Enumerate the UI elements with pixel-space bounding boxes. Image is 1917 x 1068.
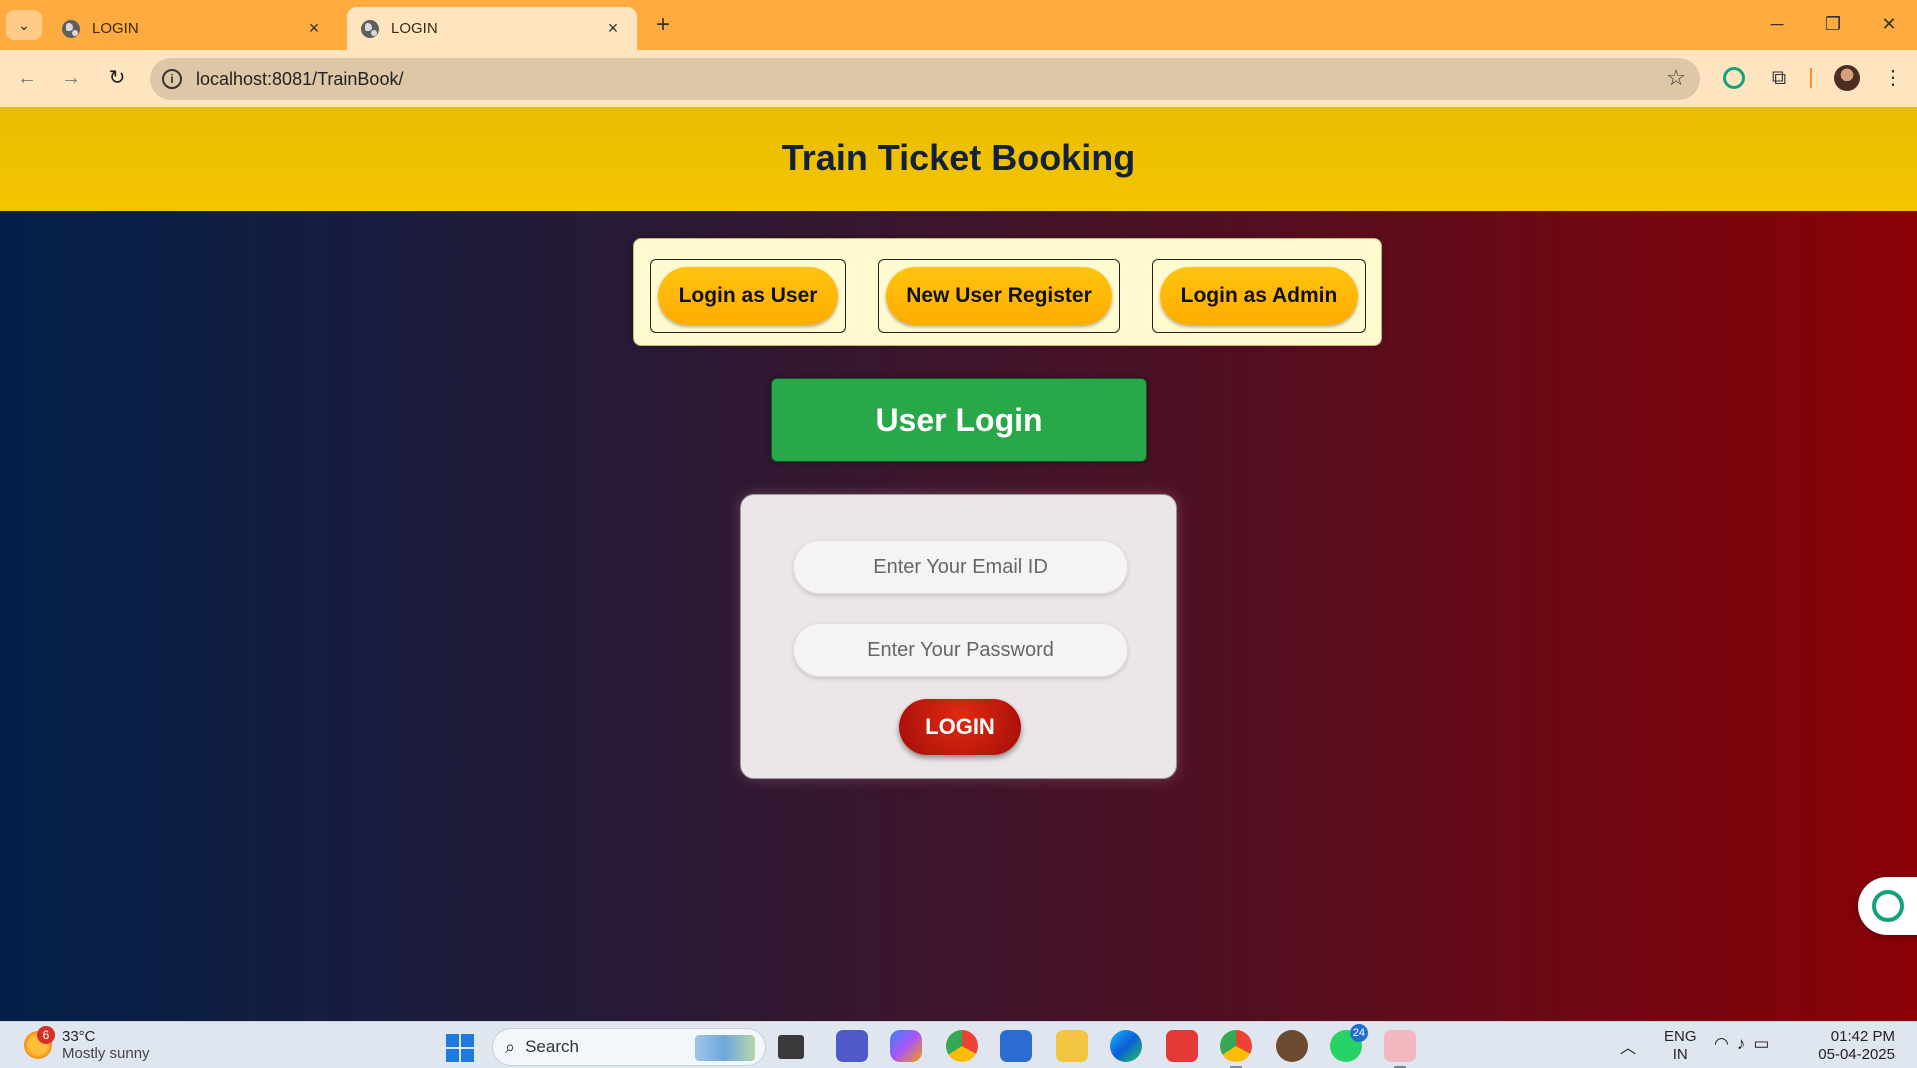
back-button[interactable]: ← [12,63,42,93]
weather-desc: Mostly sunny [62,1045,150,1062]
video-app-icon[interactable] [1384,1030,1416,1068]
forward-button[interactable]: → [56,63,86,93]
battery-icon: ▭ [1753,1034,1778,1053]
login-submit-button[interactable]: LOGIN [899,699,1021,755]
role-selector-panel: Login as User New User Register Login as… [633,238,1382,346]
chrome-profile-icon[interactable] [1220,1030,1252,1068]
whatsapp-badge: 24 [1349,1024,1368,1042]
tab-title: LOGIN [92,20,139,37]
start-button[interactable] [446,1034,474,1062]
file-explorer-icon[interactable] [1056,1030,1088,1062]
extensions-puzzle-icon[interactable]: ⧉ [1764,63,1794,93]
email-field[interactable] [793,540,1128,594]
language-line1: ENG [1664,1028,1697,1045]
site-header: Train Ticket Booking [0,107,1917,211]
language-line2: IN [1672,1046,1688,1063]
browser-tab[interactable]: LOGIN × [48,7,338,50]
tab-title: LOGIN [391,20,438,37]
taskbar-search[interactable]: ⌕ Search [492,1028,766,1066]
role-button-frame: Login as User [650,259,846,333]
os-taskbar: 6 33°C Mostly sunny ⌕ Search 24 ︿ ENG IN… [0,1021,1917,1068]
chatgpt-icon [1872,890,1904,922]
url-text[interactable]: localhost:8081/TrainBook/ [196,69,403,90]
system-tray-icons[interactable]: ◠♪▭ [1714,1034,1777,1068]
clock-date: 05-04-2025 [1818,1046,1895,1063]
browser-tab-active[interactable]: LOGIN × [347,7,637,50]
page-title: Train Ticket Booking [781,137,1136,178]
chrome-icon[interactable] [946,1030,978,1062]
language-indicator[interactable]: ENG IN [1664,1028,1697,1068]
new-tab-button[interactable]: + [650,10,676,40]
site-info-icon[interactable]: i [162,69,182,89]
globe-icon [62,19,80,38]
role-button-frame: New User Register [878,259,1120,333]
search-highlight-image [695,1035,755,1061]
close-window-button[interactable]: ✕ [1864,8,1914,40]
form-heading: User Login [771,378,1147,462]
address-bar[interactable]: i localhost:8081/TrainBook/ ☆ [150,58,1700,100]
password-field[interactable] [793,623,1128,677]
login-form-card: LOGIN [740,494,1177,779]
close-tab-icon[interactable]: × [603,18,623,39]
weather-temp: 33°C [62,1028,96,1045]
browser-toolbar: ← → ↻ i localhost:8081/TrainBook/ ☆ ⧉ ⋮ [0,50,1917,107]
clock[interactable]: 01:42 PM 05-04-2025 [1810,1028,1895,1068]
task-view-icon[interactable] [778,1035,804,1059]
edge-icon[interactable] [1110,1030,1142,1062]
chevron-up-icon[interactable]: ︿ [1620,1034,1636,1068]
game-app-icon[interactable] [1276,1030,1308,1062]
tab-search-button[interactable]: ⌄ [6,10,42,40]
bookmark-star-icon[interactable]: ☆ [1666,65,1686,91]
sun-icon: 6 [24,1026,55,1059]
chatgpt-extension-icon[interactable] [1723,67,1745,89]
copilot-icon[interactable] [890,1030,922,1062]
wps-office-icon[interactable] [1166,1030,1198,1062]
profile-avatar[interactable] [1834,65,1860,91]
chevron-down-icon: ⌄ [18,16,30,33]
browser-tab-strip: ⌄ LOGIN × LOGIN × + ─ ❐ ✕ [0,0,1917,50]
globe-icon [361,19,379,38]
clock-time: 01:42 PM [1830,1028,1895,1045]
wifi-icon: ◠ [1714,1034,1737,1053]
toolbar-divider [1810,68,1812,88]
volume-icon: ♪ [1736,1034,1754,1053]
menu-kebab-icon[interactable]: ⋮ [1878,63,1908,93]
new-user-register-button[interactable]: New User Register [886,267,1112,325]
role-button-frame: Login as Admin [1152,259,1366,333]
weather-widget[interactable]: 6 33°C Mostly sunny [24,1026,150,1062]
store-icon[interactable] [1000,1030,1032,1062]
teams-icon[interactable] [836,1030,868,1062]
restore-button[interactable]: ❐ [1808,8,1858,40]
whatsapp-icon[interactable]: 24 [1330,1024,1368,1062]
minimize-button[interactable]: ─ [1752,8,1802,40]
floating-assistant-button[interactable] [1858,877,1917,935]
search-icon: ⌕ [505,1036,516,1057]
login-as-admin-button[interactable]: Login as Admin [1160,267,1358,325]
close-tab-icon[interactable]: × [304,18,324,39]
notification-badge: 6 [37,1026,55,1044]
search-label: Search [525,1037,579,1056]
page-body: Train Ticket Booking Login as User New U… [0,107,1917,1021]
reload-button[interactable]: ↻ [102,63,132,93]
login-as-user-button[interactable]: Login as User [658,267,838,325]
